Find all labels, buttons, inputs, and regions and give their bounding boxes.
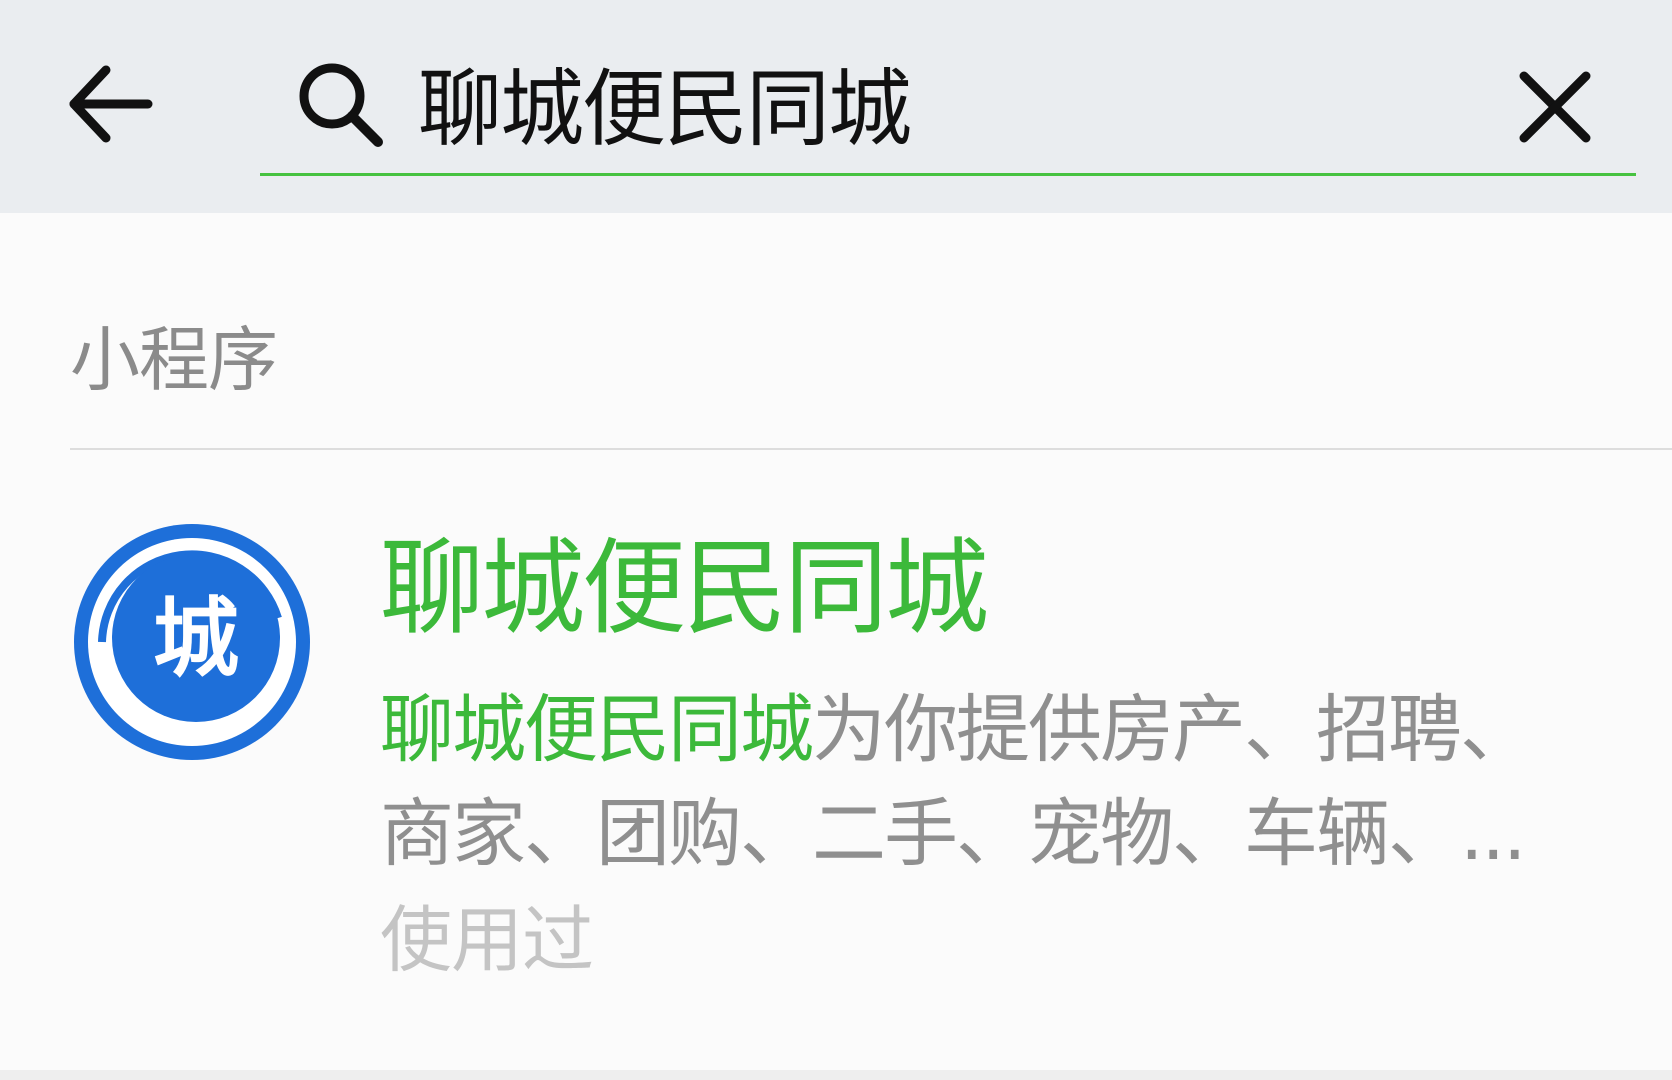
section-title: 小程序	[70, 319, 278, 401]
result-desc-line1: 为你提供房产、招聘、	[812, 687, 1534, 773]
back-button[interactable]	[64, 56, 164, 152]
search-query-text[interactable]: 聊城便民同城	[418, 64, 912, 154]
result-desc-highlight: 聊城便民同城	[380, 687, 814, 773]
search-input[interactable]: 聊城便民同城	[260, 36, 1636, 176]
section-divider	[70, 448, 1672, 450]
back-arrow-icon	[69, 65, 153, 143]
mini-program-result[interactable]: 城 聊城便民同城 聊城便民同城为你提供房产、招聘、 商家、团购、二手、宠物、车辆…	[0, 460, 1672, 1060]
used-before-tag: 使用过	[380, 898, 594, 982]
app-avatar-char: 城	[153, 589, 239, 689]
clear-button[interactable]	[1512, 64, 1598, 150]
result-description: 聊城便民同城为你提供房产、招聘、 商家、团购、二手、宠物、车辆、...	[380, 678, 1560, 886]
result-title[interactable]: 聊城便民同城	[380, 528, 989, 648]
result-desc-line2: 商家、团购、二手、宠物、车辆、...	[380, 791, 1527, 877]
search-header: 聊城便民同城	[0, 0, 1672, 213]
close-icon	[1519, 71, 1591, 143]
bottom-divider	[0, 1070, 1672, 1080]
app-avatar-icon: 城	[74, 524, 310, 760]
search-icon	[299, 63, 383, 147]
